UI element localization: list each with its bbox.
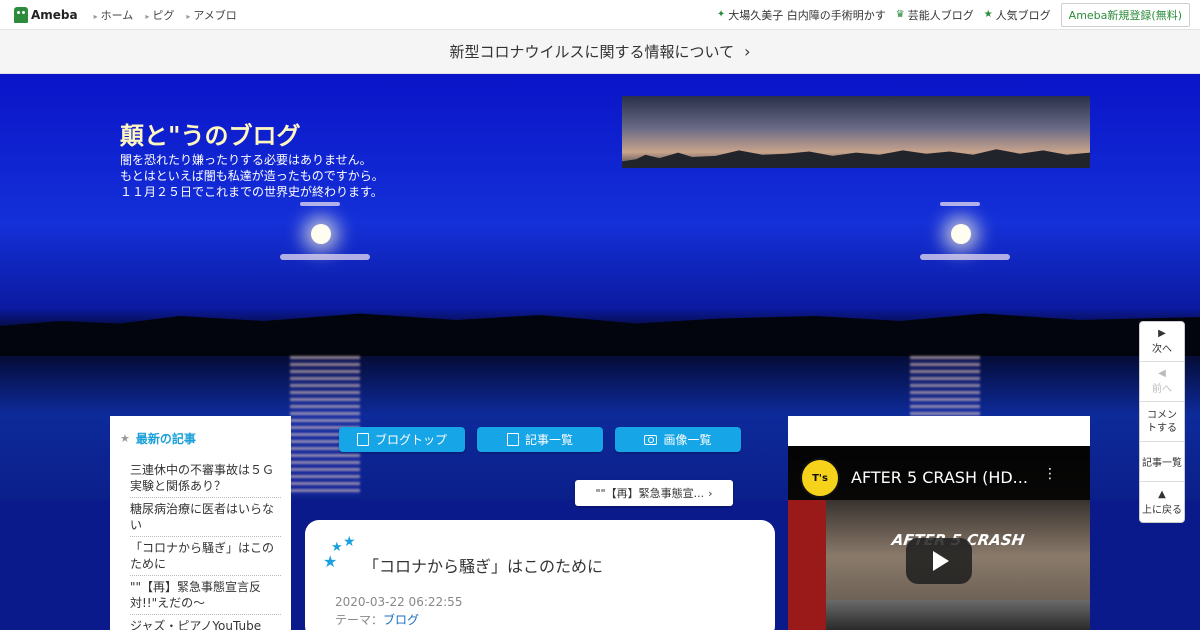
next-label: 次へ: [1152, 344, 1172, 355]
blog-top-label: ブログトップ: [374, 433, 447, 447]
popular-blog-link[interactable]: ★ 人気ブログ: [984, 7, 1051, 23]
nav-link-ameblo[interactable]: アメブロ: [186, 7, 236, 23]
document-icon: [356, 433, 369, 446]
blog-description-line: もとはといえば闇も私達が造ったものですから。: [120, 169, 384, 183]
nav-link-home[interactable]: ホーム: [94, 7, 134, 23]
blog-description-line: 闇を恐れたり嫌ったりする必要はありません。: [120, 153, 372, 167]
article-list-button[interactable]: 記事一覧: [477, 427, 603, 452]
video-widget: T's AFTER 5 CRASH (HD... ⋮ AFTER 5 CRASH: [788, 416, 1090, 630]
top-right-links: ✦ 大場久美子 白内障の手術明かす ♛ 芸能人ブログ ★ 人気ブログ Ameba…: [717, 2, 1190, 27]
article-card: ★ ★ ★ 「コロナから騒ぎ」はこのために 2020-03-22 06:22:5…: [305, 520, 775, 630]
list-item[interactable]: 三連休中の不審事故は５Ｇ実験と関係あり？: [130, 459, 281, 498]
list-item[interactable]: ""【再】緊急事態宣言反対!!"えだの～: [130, 576, 281, 615]
triangle-up-icon: ▲: [1158, 488, 1166, 500]
top-navigation-bar: Ameba ホーム ピグ アメブロ ✦ 大場久美子 白内障の手術明かす ♛ 芸能…: [0, 0, 1200, 30]
list-item[interactable]: 糖尿病治療に医者はいらない: [130, 498, 281, 537]
ameba-logo[interactable]: Ameba: [14, 6, 78, 23]
floating-article-nav: ▶ 次へ ◀ 前へ コメントする 記事一覧 ▲ 上に戻る: [1139, 321, 1185, 523]
cityscape-banner-image[interactable]: [622, 96, 1090, 168]
chevron-right-icon: ›: [708, 486, 713, 500]
cloud-decoration: [300, 202, 340, 206]
video-road-scene: [826, 600, 1090, 630]
next-article-label: ""【再】緊急事態宣...: [595, 487, 705, 500]
video-red-bar: [788, 500, 826, 630]
back-to-top-button[interactable]: ▲ 上に戻る: [1140, 482, 1184, 522]
comment-label: コメントする: [1147, 409, 1177, 434]
documents-icon: [506, 433, 519, 446]
camera-icon: [644, 434, 658, 445]
article-date: 2020-03-22 06:22:55: [335, 595, 463, 609]
triangle-right-icon: ▶: [1158, 328, 1166, 339]
triangle-left-icon: ◀: [1158, 368, 1166, 379]
next-button[interactable]: ▶ 次へ: [1140, 322, 1184, 362]
article-theme: テーマ：ブログ: [335, 611, 419, 628]
celebrity-blog-label: 芸能人ブログ: [907, 8, 974, 22]
back-to-top-label: 上に戻る: [1142, 504, 1182, 516]
latest-articles-heading-text: 最新の記事: [135, 432, 196, 446]
moon-decoration: [311, 224, 331, 244]
blog-description: 闇を恐れたり嫌ったりする必要はありません。 もとはといえば闇も私達が造ったもので…: [120, 152, 384, 200]
notice-text: 新型コロナウイルスに関する情報について: [449, 43, 735, 61]
prev-button[interactable]: ◀ 前へ: [1140, 362, 1184, 402]
latest-articles-list: 三連休中の不審事故は５Ｇ実験と関係あり？ 糖尿病治療に医者はいらない 「コロナか…: [130, 459, 281, 630]
stars-icon: ★ ★ ★: [323, 534, 356, 571]
cloud-decoration: [280, 254, 370, 260]
comment-button[interactable]: コメントする: [1140, 402, 1184, 442]
image-list-button[interactable]: 画像一覧: [615, 427, 741, 452]
youtube-video-embed[interactable]: T's AFTER 5 CRASH (HD... ⋮ AFTER 5 CRASH: [788, 446, 1090, 630]
video-title[interactable]: AFTER 5 CRASH (HD...: [851, 468, 1028, 487]
more-vert-icon[interactable]: ⋮: [1043, 466, 1057, 482]
logo-text: Ameba: [31, 7, 78, 22]
global-nav: ホーム ピグ アメブロ: [94, 7, 237, 23]
theme-link[interactable]: ブログ: [383, 613, 419, 627]
article-list-nav-label: 記事一覧: [1142, 458, 1182, 469]
popular-blog-label: 人気ブログ: [995, 8, 1051, 22]
article-list-label: 記事一覧: [524, 433, 573, 447]
trending-news-link[interactable]: ✦ 大場久美子 白内障の手術明かす: [717, 7, 886, 23]
prev-label: 前へ: [1152, 384, 1172, 395]
blog-description-line: １１月２５日でこれまでの世界史が終わります。: [120, 185, 383, 199]
celebrity-blog-link[interactable]: ♛ 芸能人ブログ: [896, 7, 974, 23]
trending-news-label: 大場久美子 白内障の手術明かす: [728, 8, 886, 22]
city-skyline-silhouette: [622, 149, 1090, 168]
channel-avatar[interactable]: T's: [800, 458, 840, 498]
crown-icon: ♛: [895, 9, 905, 20]
blog-title[interactable]: 顛と"うのブログ: [120, 116, 301, 151]
nav-link-pigg[interactable]: ピグ: [145, 7, 174, 23]
play-button-icon[interactable]: [906, 538, 972, 584]
next-article-link[interactable]: ""【再】緊急事態宣... ›: [575, 480, 733, 506]
ameba-logo-icon: [14, 6, 28, 23]
latest-articles-heading: ★ 最新の記事: [120, 430, 281, 447]
register-button[interactable]: Ameba新規登録(無料): [1060, 2, 1190, 27]
moon-reflection: [290, 356, 360, 496]
article-list-nav-button[interactable]: 記事一覧: [1140, 442, 1184, 482]
star-icon: ★: [120, 432, 130, 445]
star-icon: ★: [983, 9, 993, 20]
list-item[interactable]: 「コロナから騒ぎ」はこのために: [130, 537, 281, 576]
moon-decoration-right: [951, 224, 971, 244]
chevron-right-icon: ›: [744, 42, 751, 61]
image-list-label: 画像一覧: [663, 433, 712, 447]
covid-notice-banner[interactable]: 新型コロナウイルスに関する情報について ›: [0, 30, 1200, 74]
cloud-decoration: [940, 202, 980, 206]
blog-top-button[interactable]: ブログトップ: [339, 427, 465, 452]
theme-label: テーマ：: [335, 613, 384, 627]
sparkle-icon: ✦: [716, 9, 726, 20]
latest-articles-sidebar: ★ 最新の記事 三連休中の不審事故は５Ｇ実験と関係あり？ 糖尿病治療に医者はいら…: [110, 416, 291, 630]
list-item[interactable]: ジャズ・ピアノYouTube: [130, 615, 281, 630]
cloud-decoration: [920, 254, 1010, 260]
article-title[interactable]: 「コロナから騒ぎ」はこのために: [363, 553, 603, 577]
treeline-silhouette: [0, 313, 1200, 356]
